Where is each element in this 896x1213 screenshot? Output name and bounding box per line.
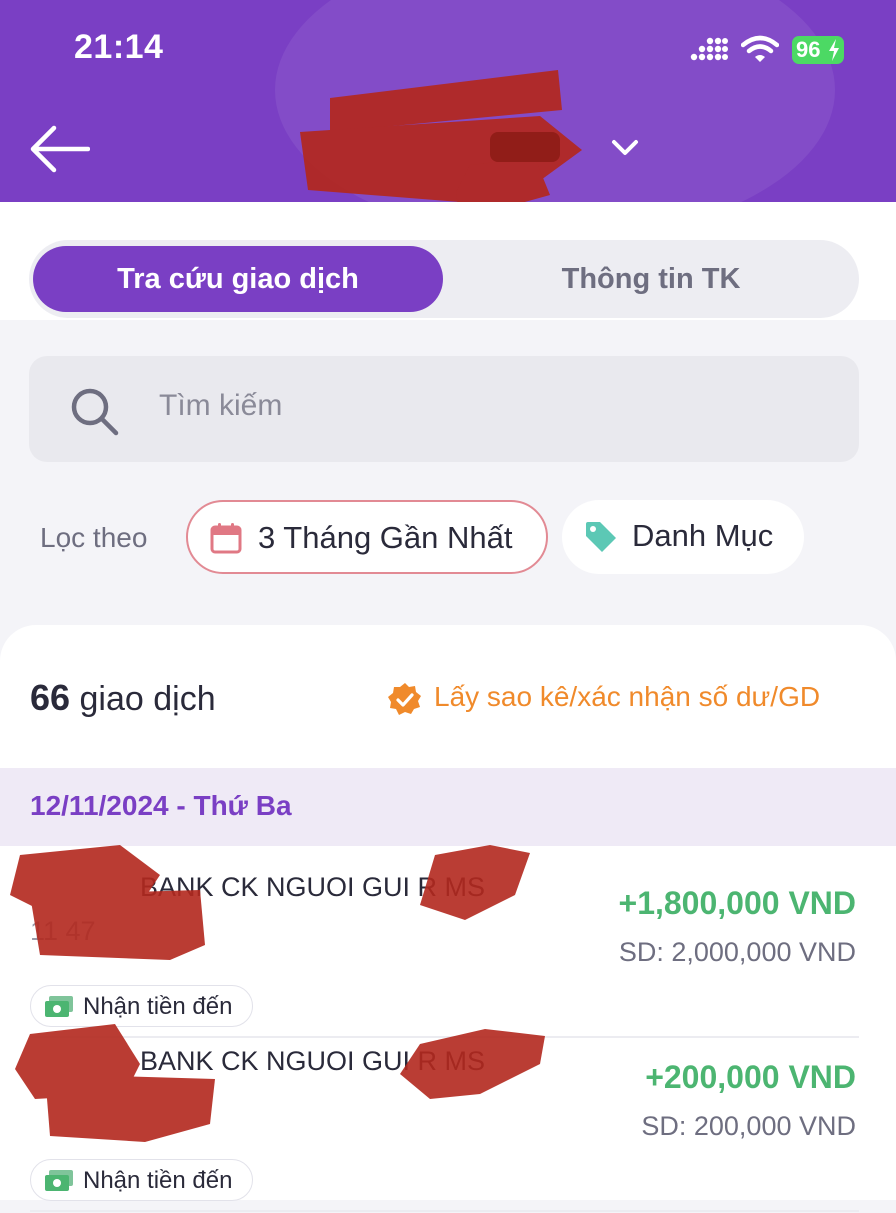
date-filter-label: 3 Tháng Gần Nhất	[258, 520, 513, 555]
calendar-icon	[210, 523, 242, 554]
cellular-signal-icon	[690, 37, 728, 61]
transaction-description-line2: 11 47	[30, 916, 96, 946]
date-group-header: 12/11/2024 - Thứ Ba	[0, 768, 896, 846]
charging-bolt-icon	[829, 39, 839, 61]
verified-badge-icon	[388, 683, 421, 715]
category-filter-chip[interactable]: Danh Mục	[562, 500, 804, 574]
search-input[interactable]: Tìm kiếm	[29, 356, 859, 462]
money-icon	[45, 1170, 73, 1191]
transaction-amount: +1,800,000 VND	[618, 885, 857, 921]
battery-level: 96	[796, 37, 821, 62]
account-title[interactable]	[300, 70, 600, 202]
date-group-label: 12/11/2024 - Thứ Ba	[30, 790, 292, 821]
transaction-list: 66 giao dịch Lấy sao kê/xác nhận số dư/G…	[0, 625, 896, 1212]
search-placeholder: Tìm kiếm	[159, 389, 283, 422]
search-icon	[71, 388, 119, 436]
wifi-icon	[741, 35, 779, 62]
row-divider	[30, 1036, 859, 1038]
transaction-type-badge: Nhận tiền đến	[30, 1159, 254, 1201]
tab-account-info[interactable]: Thông tin TK	[447, 246, 855, 312]
segmented-tabs: Tra cứu giao dịch Thông tin TK	[29, 240, 859, 318]
date-filter-chip[interactable]: 3 Tháng Gần Nhất	[186, 500, 548, 574]
tab-transaction-lookup[interactable]: Tra cứu giao dịch	[33, 246, 443, 312]
transaction-count-suffix: giao dịch	[79, 680, 216, 718]
app-header: 21:14 96	[0, 0, 896, 202]
status-time: 21:14	[74, 28, 164, 66]
back-arrow-icon[interactable]	[30, 124, 90, 174]
transaction-description: BANK CK NGUOI GUI R MS 11 47	[30, 865, 570, 953]
transaction-description-line1: BANK CK NGUOI GUI R MS	[140, 1046, 486, 1076]
battery-indicator: 96	[792, 36, 844, 64]
chevron-down-icon[interactable]	[611, 138, 639, 158]
transaction-description-line1: BANK CK NGUOI GUI R MS	[140, 872, 486, 902]
transaction-type-label: Nhận tiền đến	[83, 1167, 233, 1194]
transaction-description: BANK CK NGUOI GUI R MS	[30, 1039, 570, 1083]
transaction-balance: SD: 2,000,000 VND	[618, 937, 856, 967]
statement-request-link[interactable]: Lấy sao kê/xác nhận số dư/GD	[434, 681, 820, 713]
transaction-row[interactable]: BANK CK NGUOI GUI R MS 11 47 +1,800,000 …	[0, 845, 896, 1039]
transaction-amount: +200,000 VND	[645, 1059, 856, 1095]
transaction-count: 66 giao dịch	[30, 677, 216, 719]
tag-icon	[586, 522, 616, 552]
transaction-type-label: Nhận tiền đến	[83, 993, 233, 1020]
row-divider	[30, 1210, 859, 1212]
transaction-count-number: 66	[30, 677, 71, 718]
category-filter-label: Danh Mục	[632, 518, 774, 553]
filter-label: Lọc theo	[40, 522, 148, 553]
transaction-balance: SD: 200,000 VND	[641, 1111, 856, 1141]
money-icon	[45, 996, 73, 1017]
redaction-mark	[300, 70, 582, 202]
transaction-row[interactable]: BANK CK NGUOI GUI R MS +200,000 VND SD: …	[0, 1024, 896, 1213]
transaction-type-badge: Nhận tiền đến	[30, 985, 254, 1027]
